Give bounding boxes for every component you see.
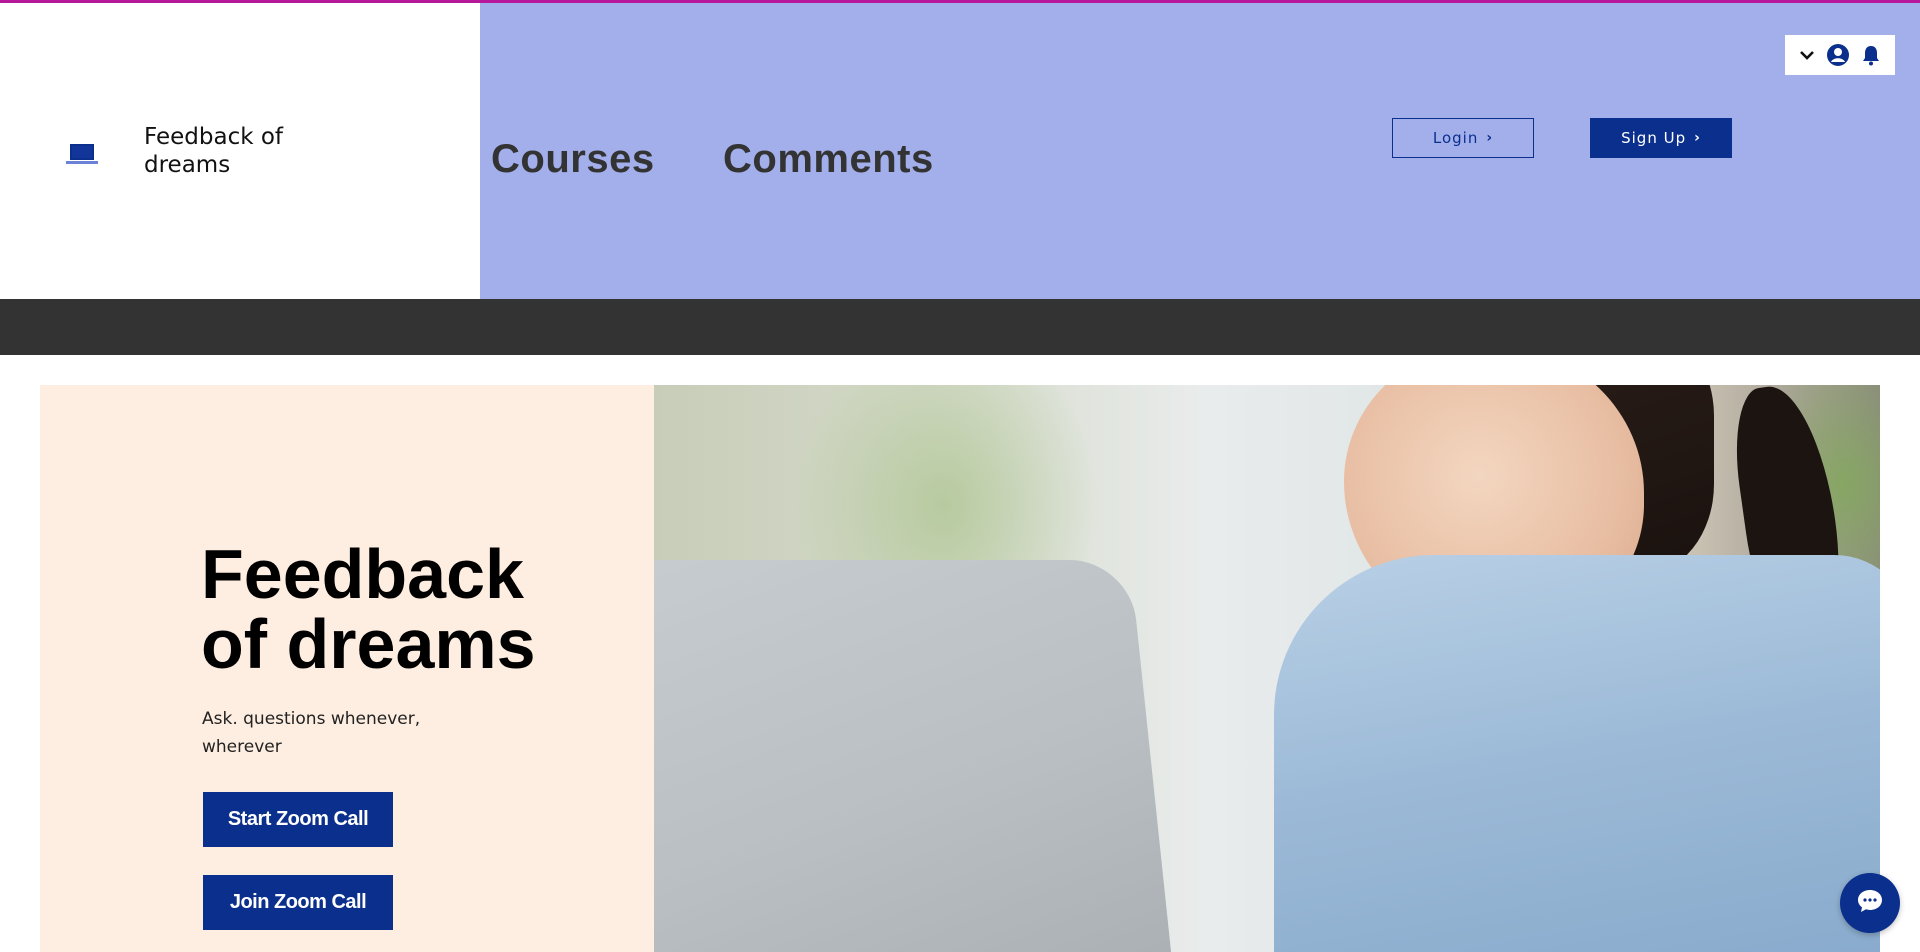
hero-text-panel: Feedback of dreams Ask. questions whenev…: [40, 385, 654, 952]
hero-image: [654, 385, 1880, 952]
chat-button[interactable]: [1840, 873, 1900, 933]
hero-subtitle: Ask. questions whenever, wherever: [202, 709, 421, 757]
hero-section: Feedback of dreams Ask. questions whenev…: [40, 385, 1880, 952]
user-avatar-icon[interactable]: [1826, 43, 1850, 67]
start-zoom-call-button[interactable]: Start Zoom Call: [203, 792, 393, 847]
join-zoom-call-button[interactable]: Join Zoom Call: [203, 875, 393, 930]
signup-button[interactable]: Sign Up ›: [1590, 118, 1732, 158]
chevron-down-icon[interactable]: [1799, 49, 1815, 61]
chevron-right-icon: ›: [1486, 130, 1494, 146]
nav-comments[interactable]: Comments: [723, 137, 934, 182]
nav-courses[interactable]: Courses: [491, 137, 655, 182]
login-button[interactable]: Login ›: [1392, 118, 1534, 158]
hero-title: Feedback of dreams: [201, 535, 536, 683]
logo-panel: Feedback of dreams: [0, 3, 480, 299]
site-header: Feedback of dreams Courses Comments Logi…: [0, 3, 1920, 299]
chevron-right-icon: ›: [1694, 130, 1701, 146]
hero-image-laptop: [654, 560, 1174, 952]
signup-label: Sign Up: [1621, 129, 1687, 147]
bell-icon[interactable]: [1861, 44, 1881, 66]
member-bar: [1785, 35, 1895, 75]
login-label: Login: [1432, 129, 1479, 147]
dark-strip: [0, 299, 1920, 355]
site-name[interactable]: Feedback of dreams: [144, 123, 344, 179]
hero-image-shirt: [1274, 555, 1880, 952]
laptop-icon[interactable]: [66, 142, 98, 166]
chat-icon: [1856, 888, 1884, 918]
